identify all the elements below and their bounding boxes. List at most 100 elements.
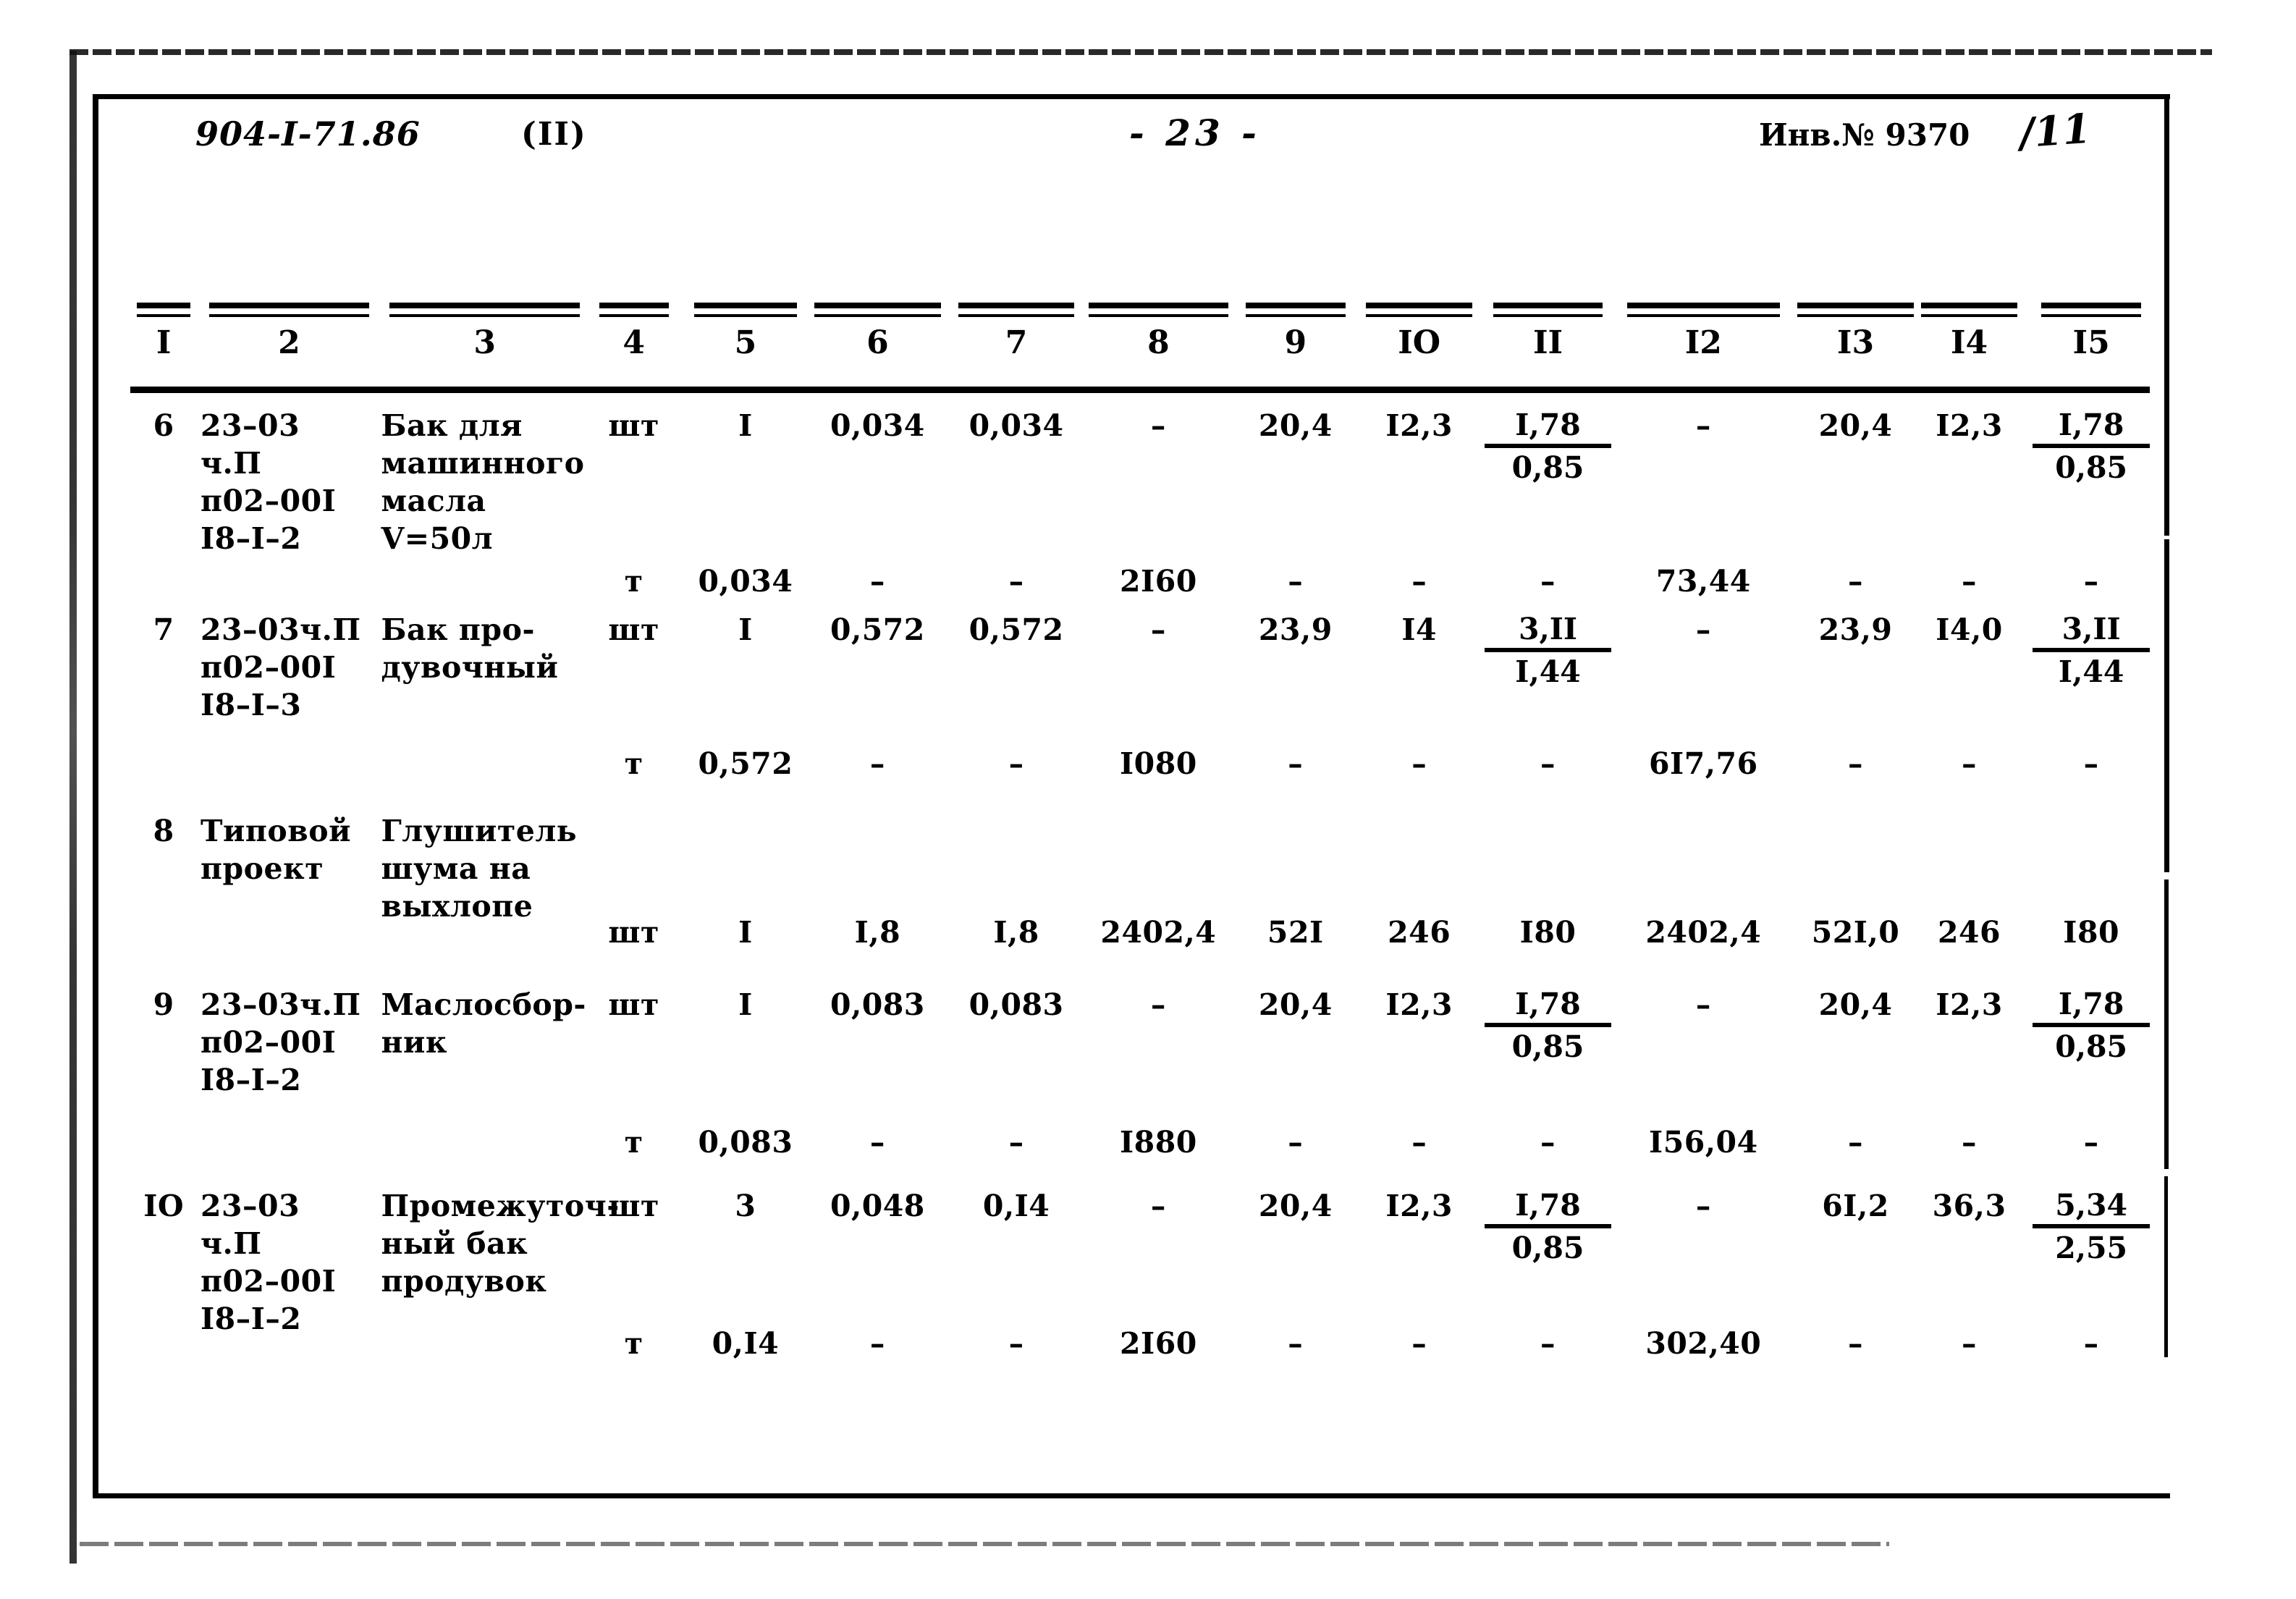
scan-edge-left-artifact: [69, 51, 77, 1564]
cell-colII: –: [1540, 1326, 1556, 1361]
cell-col7: –: [1008, 564, 1024, 599]
document-code: 904-I-71.86: [195, 114, 421, 153]
column-header-5: 5: [734, 324, 757, 361]
cell-colI5-fraction: 5,34 2,55: [2033, 1187, 2150, 1266]
cell-col7: I,8: [993, 915, 1039, 950]
cell-colI: IO: [143, 1189, 185, 1223]
cell-col4: шт: [608, 1189, 659, 1223]
cell-col9: 23,9: [1258, 612, 1333, 647]
column-rule-I2: [1626, 303, 1781, 317]
cell-col4: шт: [608, 408, 659, 443]
cell-col5: I: [738, 612, 753, 647]
cell-col4: шт: [608, 987, 659, 1022]
fraction-denominator: 0,85: [1511, 1231, 1584, 1265]
fraction-numerator: 3,II: [2033, 611, 2150, 652]
cell-code: Типовой проект: [201, 814, 352, 886]
column-rule-9: [1245, 303, 1346, 317]
cell-colI: 8: [153, 814, 174, 848]
cell-colI2: –: [1695, 1189, 1711, 1223]
cell-col6: –: [869, 746, 885, 781]
cell-col6: –: [869, 1125, 885, 1160]
cell-colI3: –: [1848, 1326, 1863, 1361]
scan-edge-top-artifact: [69, 49, 2212, 55]
page-frame-right-border-1: [2164, 94, 2169, 536]
cell-col9: –: [1288, 1326, 1304, 1361]
cell-colI4: 246: [1938, 915, 2001, 950]
cell-col6: –: [869, 1326, 885, 1361]
cell-col5: 0,034: [698, 564, 793, 599]
cell-colI2: –: [1695, 987, 1711, 1022]
cell-colII: –: [1540, 564, 1556, 599]
fraction-denominator: 0,85: [2055, 1029, 2128, 1064]
cell-col4: т: [624, 1125, 643, 1160]
cell-colI4: –: [1962, 1125, 1978, 1160]
column-rule-I5: [2041, 303, 2141, 317]
cell-col9: 20,4: [1258, 408, 1333, 443]
cell-name: Глушитель шума на выхлопе: [381, 814, 578, 924]
cell-col5: I: [738, 987, 753, 1022]
cell-colI5: I80: [2063, 915, 2120, 950]
cell-colIO: 246: [1388, 915, 1451, 950]
cell-code: 23–03ч.П п02–00I I8–I–3: [201, 612, 361, 722]
cell-name: Маслосбор- ник: [381, 987, 586, 1060]
cell-colI2: –: [1695, 408, 1711, 443]
cell-colIO: I4: [1401, 612, 1438, 647]
document-part-label: (II): [521, 116, 587, 153]
page-frame-top-border: [93, 94, 2170, 99]
fraction-numerator: I,78: [1484, 986, 1612, 1027]
cell-colI3: 20,4: [1818, 987, 1893, 1022]
cell-colI: 6: [153, 408, 174, 443]
cell-colI2: 302,40: [1645, 1326, 1762, 1361]
cell-colIO: I2,3: [1385, 1189, 1453, 1223]
table-header-separator-rule: [130, 387, 2150, 393]
column-header-I4: I4: [1950, 324, 1988, 361]
column-header-I3: I3: [1836, 324, 1875, 361]
column-header-I5: I5: [2072, 324, 2110, 361]
column-rule-5: [693, 303, 798, 317]
cell-col8: 2I60: [1120, 1326, 1197, 1361]
cell-col8: I080: [1120, 746, 1197, 781]
fraction-denominator: 0,85: [1511, 1029, 1584, 1064]
cell-colII: –: [1540, 746, 1556, 781]
cell-col7: –: [1008, 746, 1024, 781]
table-column-rules: [130, 298, 2150, 324]
cell-code: 23–03ч.П п02–00I I8–I–2: [201, 987, 361, 1097]
page-frame-right-border-2: [2164, 539, 2169, 872]
column-header-II: II: [1532, 324, 1563, 361]
cell-col7: 0,572: [968, 612, 1064, 647]
fraction-numerator: I,78: [2033, 986, 2150, 1027]
fraction-denominator: 0,85: [1511, 450, 1584, 485]
specification-table: I 2 3 4 5 6 7 8 9 IO II I2 I3 I4 I5 6 23–03 ч.П п02–00I…: [130, 298, 2150, 1361]
column-header-IO: IO: [1398, 324, 1441, 361]
cell-col5: I: [738, 915, 753, 950]
cell-colI5: –: [2083, 746, 2099, 781]
cell-col8: 2I60: [1120, 564, 1197, 599]
fraction-numerator: I,78: [2033, 407, 2150, 448]
page-frame-left-border: [93, 94, 98, 1498]
cell-name: Бак про- дувочный: [381, 612, 559, 685]
cell-col4: т: [624, 564, 643, 599]
cell-col7: 0,083: [968, 987, 1064, 1022]
cell-colIO: –: [1411, 1326, 1427, 1361]
cell-code: 23–03 ч.П п02–00I I8–I–2: [201, 1189, 337, 1336]
column-rule-2: [209, 303, 369, 317]
cell-colI4: I2,3: [1936, 408, 2003, 443]
page-header: 904-I-71.86 (II) - 23 - Инв.№ 9370 /11: [130, 105, 2150, 172]
cell-colI2: 6I7,76: [1649, 746, 1758, 781]
cell-col4: шт: [608, 612, 659, 647]
cell-colII-fraction: I,78 0,85: [1484, 1187, 1612, 1266]
column-rule-IO: [1366, 303, 1473, 317]
fraction-numerator: I,78: [1484, 407, 1612, 448]
cell-col6: 0,034: [830, 408, 925, 443]
column-rule-4: [599, 303, 669, 317]
cell-colIO: –: [1411, 746, 1427, 781]
cell-colI4: I4,0: [1936, 612, 2003, 647]
cell-col6: –: [869, 564, 885, 599]
column-header-I2: I2: [1684, 324, 1722, 361]
cell-colI2: 2402,4: [1645, 915, 1762, 950]
fraction-denominator: 0,85: [2055, 450, 2128, 485]
cell-col5: 3: [735, 1189, 756, 1223]
cell-colIO: I2,3: [1385, 408, 1453, 443]
cell-colII-fraction: 3,II I,44: [1484, 611, 1612, 690]
cell-colIO: –: [1411, 564, 1427, 599]
